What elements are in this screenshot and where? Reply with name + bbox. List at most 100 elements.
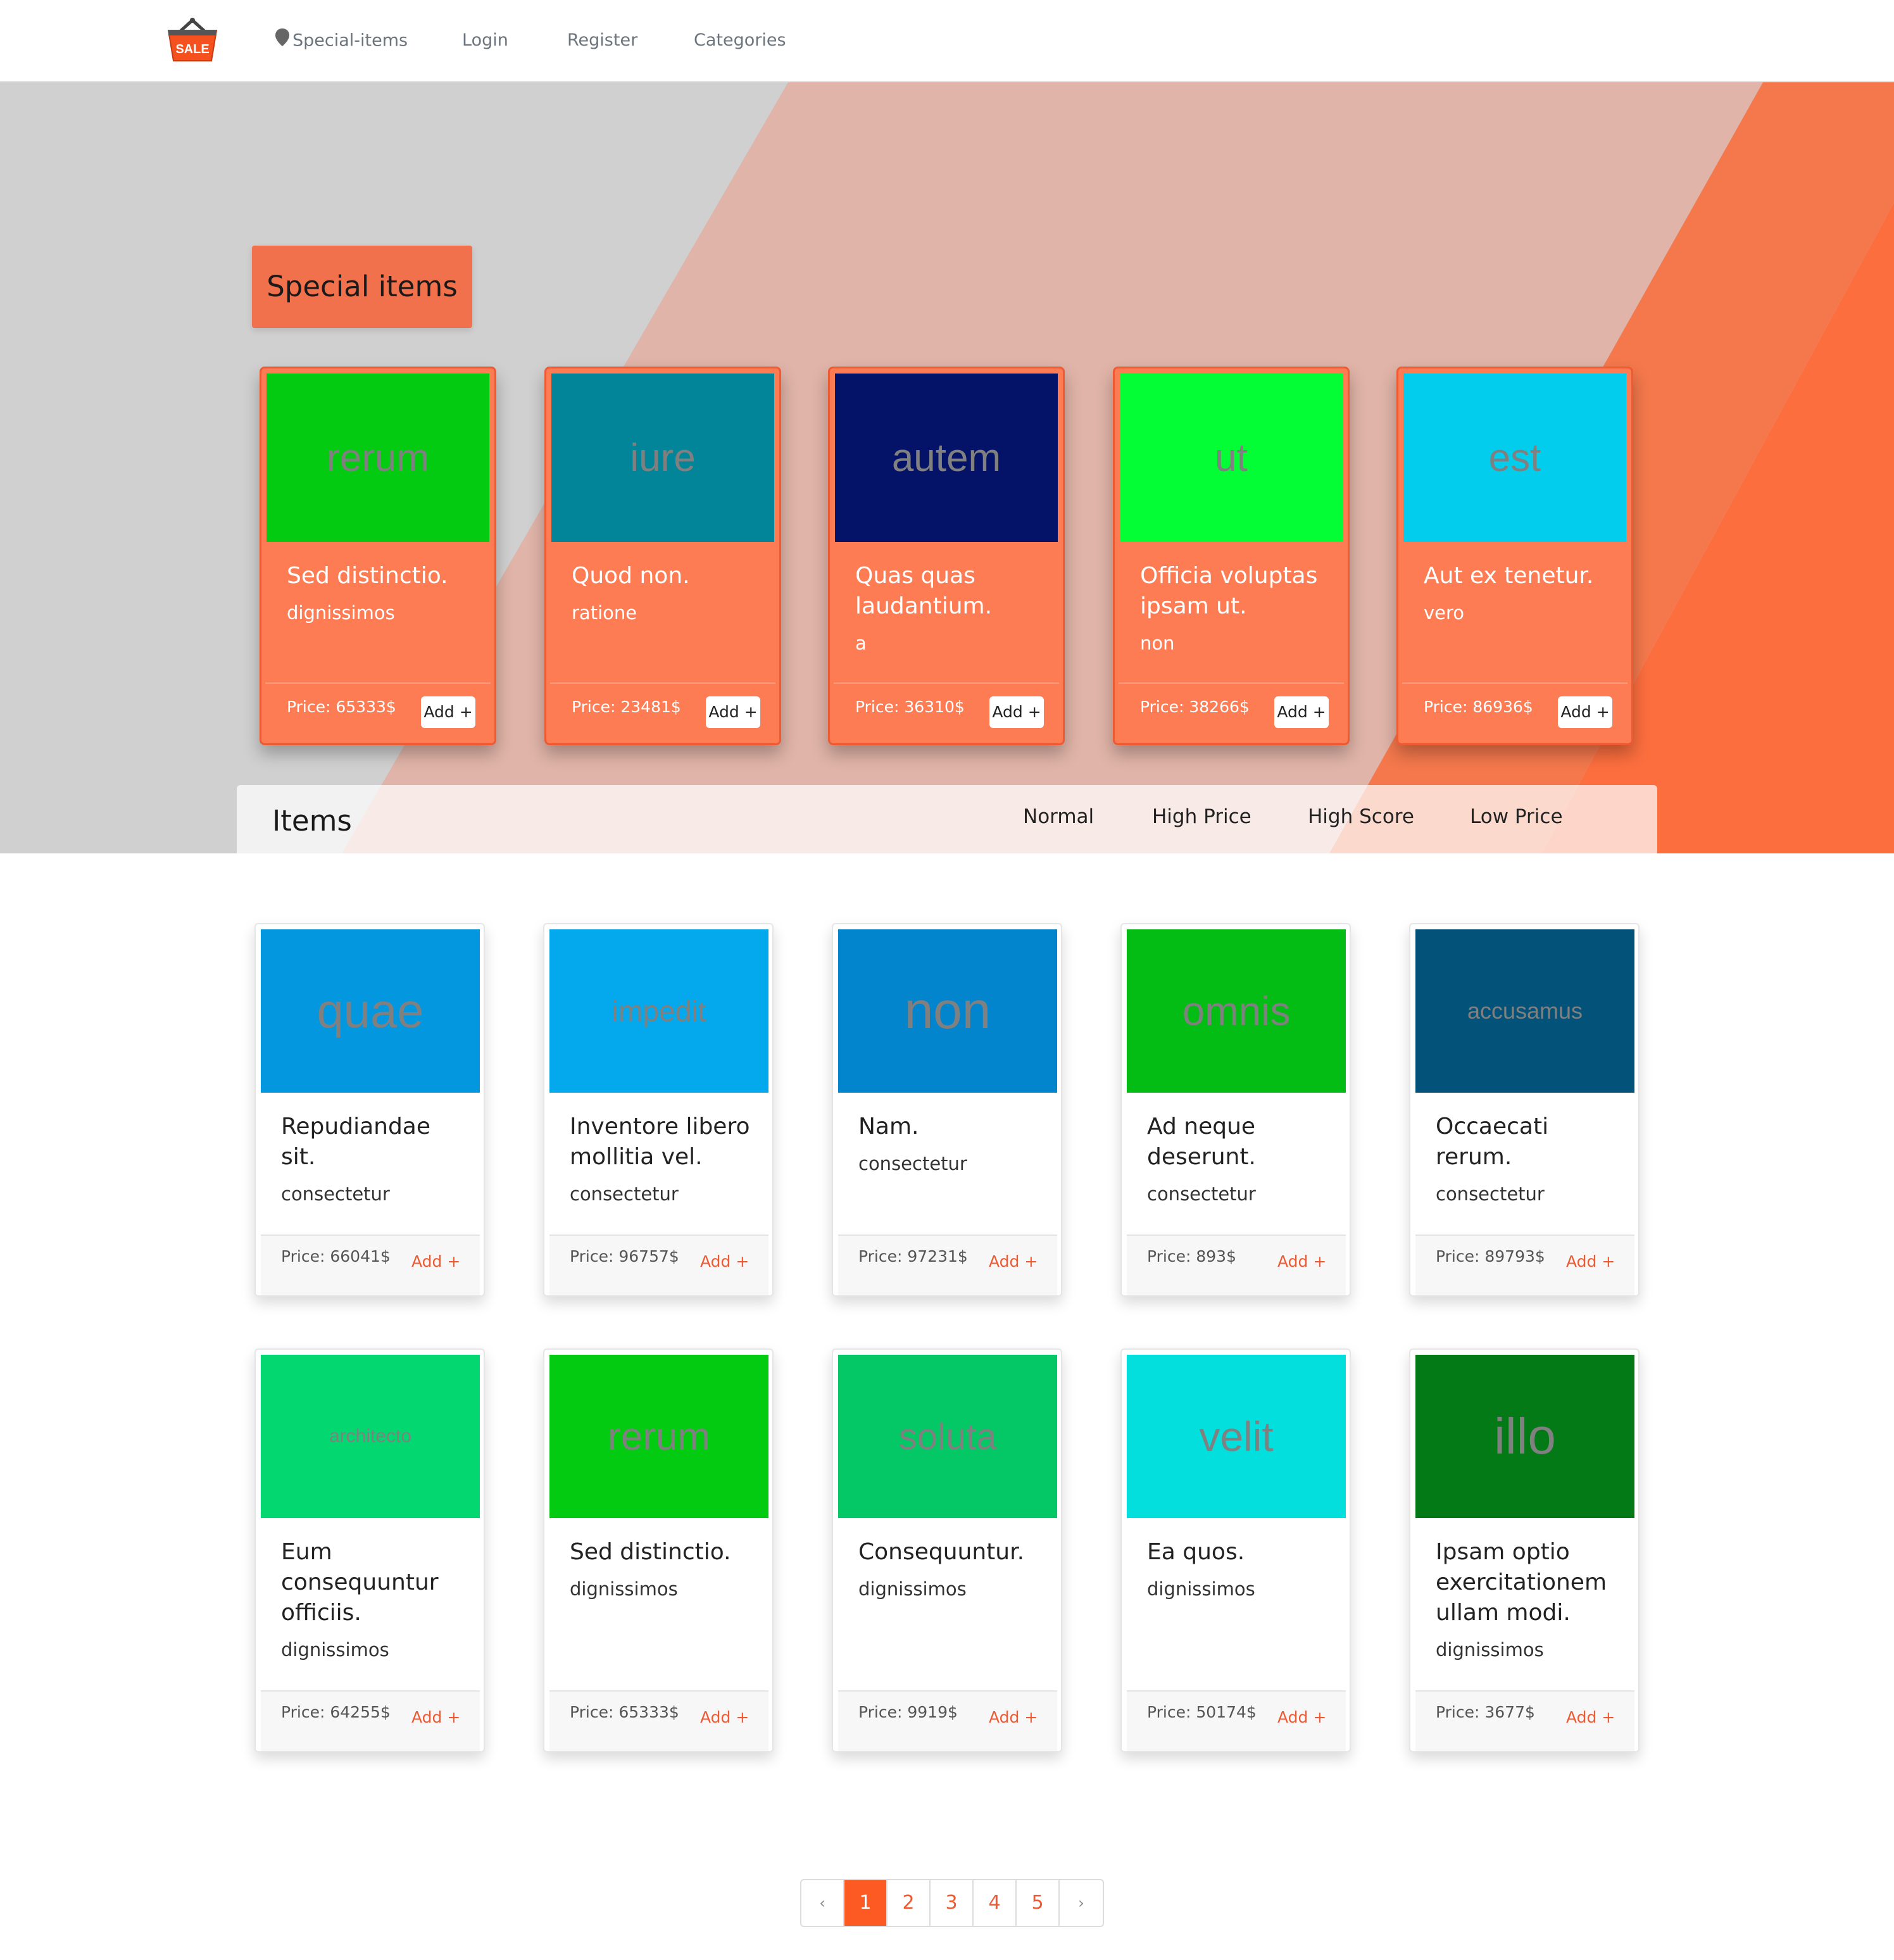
special-card-body: Quod non. ratione — [572, 561, 768, 625]
item-card[interactable]: omnis Ad neque deserunt. consectetur Pri… — [1120, 923, 1351, 1297]
item-card-image-text: soluta — [898, 1416, 997, 1457]
item-card-subtitle: dignissimos — [1436, 1639, 1544, 1661]
special-card-image-text: rerum — [327, 436, 429, 480]
sort-high-price[interactable]: High Price — [1152, 805, 1251, 828]
item-card-footer: Price: 3677$ Add + — [1415, 1690, 1634, 1751]
items-heading: Items — [272, 804, 352, 838]
special-card-title: Sed distinctio. — [287, 563, 448, 589]
item-card-image: omnis — [1127, 929, 1346, 1093]
sort-high-score[interactable]: High Score — [1308, 805, 1414, 828]
add-to-cart-button[interactable]: Add + — [706, 696, 760, 728]
special-card-image: autem — [835, 374, 1058, 542]
add-to-cart-link[interactable]: Add + — [700, 1252, 749, 1271]
add-to-cart-link[interactable]: Add + — [700, 1708, 749, 1726]
item-card-body: Sed distinctio. dignissimos — [570, 1537, 760, 1602]
item-card[interactable]: rerum Sed distinctio. dignissimos Price:… — [543, 1348, 774, 1752]
special-card[interactable]: est Aut ex tenetur. vero Price: 86936$ A… — [1396, 367, 1633, 745]
item-card[interactable]: impedit Inventore libero mollitia vel. c… — [543, 923, 774, 1297]
item-card-title: Occaecati rerum. — [1436, 1114, 1549, 1170]
item-card-subtitle: consectetur — [1436, 1183, 1545, 1205]
item-card-footer: Price: 66041$ Add + — [261, 1234, 480, 1295]
item-card-image: rerum — [549, 1355, 768, 1518]
navbar: SALE Special-items Login Register Catego… — [0, 0, 1894, 82]
add-to-cart-button[interactable]: Add + — [421, 696, 475, 728]
item-card[interactable]: velit Ea quos. dignissimos Price: 50174$… — [1120, 1348, 1351, 1752]
special-card[interactable]: ut Officia voluptas ipsam ut. non Price:… — [1113, 367, 1350, 745]
item-card-title: Nam. — [858, 1114, 919, 1140]
special-card-image-text: iure — [630, 436, 696, 480]
special-card-image: ut — [1120, 374, 1343, 542]
add-to-cart-link[interactable]: Add + — [989, 1708, 1038, 1726]
special-card-body: Officia voluptas ipsam ut. non — [1140, 561, 1336, 656]
sort-normal[interactable]: Normal — [1023, 805, 1094, 828]
special-card-title: Quod non. — [572, 563, 690, 589]
item-card-image-text: omnis — [1182, 988, 1291, 1034]
hero-section: Special items rerum Sed distinctio. dign… — [0, 82, 1894, 853]
item-card-footer: Price: 893$ Add + — [1127, 1234, 1346, 1295]
item-card-footer: Price: 96757$ Add + — [549, 1234, 768, 1295]
nav-special-items[interactable]: Special-items — [275, 28, 408, 54]
item-card[interactable]: accusamus Occaecati rerum. consectetur P… — [1409, 923, 1640, 1297]
item-card-footer: Price: 97231$ Add + — [838, 1234, 1057, 1295]
special-card-body: Quas quas laudantium. a — [855, 561, 1051, 656]
item-card-subtitle: dignissimos — [1147, 1578, 1255, 1600]
special-card-image-text: autem — [891, 436, 1001, 480]
item-card[interactable]: non Nam. consectetur Price: 97231$ Add + — [832, 923, 1062, 1297]
item-card-image-text: architecto — [329, 1426, 412, 1447]
special-card-footer: Price: 65333$ Add + — [265, 682, 491, 742]
special-card[interactable]: autem Quas quas laudantium. a Price: 363… — [828, 367, 1065, 745]
item-card[interactable]: architecto Eum consequuntur officiis. di… — [254, 1348, 485, 1752]
pagination-next[interactable]: › — [1060, 1880, 1103, 1926]
special-card-body: Sed distinctio. dignissimos — [287, 561, 483, 625]
add-to-cart-link[interactable]: Add + — [1277, 1252, 1326, 1271]
item-card-image-text: velit — [1199, 1413, 1274, 1460]
pagination-page[interactable]: 2 — [887, 1880, 931, 1926]
item-card-title: Inventore libero mollitia vel. — [570, 1114, 750, 1170]
special-card-footer: Price: 36310$ Add + — [834, 682, 1059, 742]
add-to-cart-button[interactable]: Add + — [1558, 696, 1612, 728]
special-card[interactable]: iure Quod non. ratione Price: 23481$ Add… — [544, 367, 781, 745]
pagination-page[interactable]: 5 — [1017, 1880, 1060, 1926]
item-card-image: non — [838, 929, 1057, 1093]
item-card-subtitle: dignissimos — [858, 1578, 967, 1600]
add-to-cart-link[interactable]: Add + — [1566, 1252, 1615, 1271]
add-to-cart-button[interactable]: Add + — [1274, 696, 1329, 728]
nav-categories[interactable]: Categories — [694, 28, 786, 53]
item-card-price: Price: 50174$ — [1147, 1703, 1257, 1721]
item-card-title: Consequuntur. — [858, 1539, 1025, 1565]
item-card-image-text: illo — [1494, 1408, 1556, 1464]
add-to-cart-link[interactable]: Add + — [1566, 1708, 1615, 1726]
special-card-price: Price: 86936$ — [1424, 698, 1533, 716]
special-card-image-text: est — [1488, 436, 1541, 480]
add-to-cart-link[interactable]: Add + — [411, 1708, 460, 1726]
item-card[interactable]: soluta Consequuntur. dignissimos Price: … — [832, 1348, 1062, 1752]
pagination-page[interactable]: 3 — [931, 1880, 974, 1926]
special-card[interactable]: rerum Sed distinctio. dignissimos Price:… — [260, 367, 496, 745]
sort-low-price[interactable]: Low Price — [1470, 805, 1563, 828]
item-card-subtitle: dignissimos — [570, 1578, 678, 1600]
add-to-cart-link[interactable]: Add + — [411, 1252, 460, 1271]
pagination-page[interactable]: 4 — [974, 1880, 1017, 1926]
item-card-image-text: impedit — [611, 995, 706, 1027]
special-card-image: est — [1403, 374, 1626, 542]
item-card-price: Price: 97231$ — [858, 1247, 968, 1266]
pagination-page[interactable]: 1 — [844, 1880, 887, 1926]
special-card-image-text: ut — [1215, 436, 1248, 480]
item-card-image: soluta — [838, 1355, 1057, 1518]
nav-register[interactable]: Register — [567, 28, 637, 53]
add-to-cart-link[interactable]: Add + — [989, 1252, 1038, 1271]
pagination-prev[interactable]: ‹ — [801, 1880, 844, 1926]
item-card[interactable]: quae Repudiandae sit. consectetur Price:… — [254, 923, 485, 1297]
item-card-title: Ea quos. — [1147, 1539, 1245, 1565]
add-to-cart-link[interactable]: Add + — [1277, 1708, 1326, 1726]
special-card-title: Quas quas laudantium. — [855, 563, 993, 619]
item-card-image: velit — [1127, 1355, 1346, 1518]
sale-basket-logo[interactable]: SALE — [166, 16, 219, 63]
item-card-image-text: accusamus — [1467, 998, 1583, 1024]
special-card-image: rerum — [267, 374, 489, 542]
nav-login[interactable]: Login — [462, 28, 508, 53]
item-card[interactable]: illo Ipsam optio exercitationem ullam mo… — [1409, 1348, 1640, 1752]
item-card-footer: Price: 50174$ Add + — [1127, 1690, 1346, 1751]
add-to-cart-button[interactable]: Add + — [989, 696, 1044, 728]
item-card-price: Price: 64255$ — [281, 1703, 391, 1721]
